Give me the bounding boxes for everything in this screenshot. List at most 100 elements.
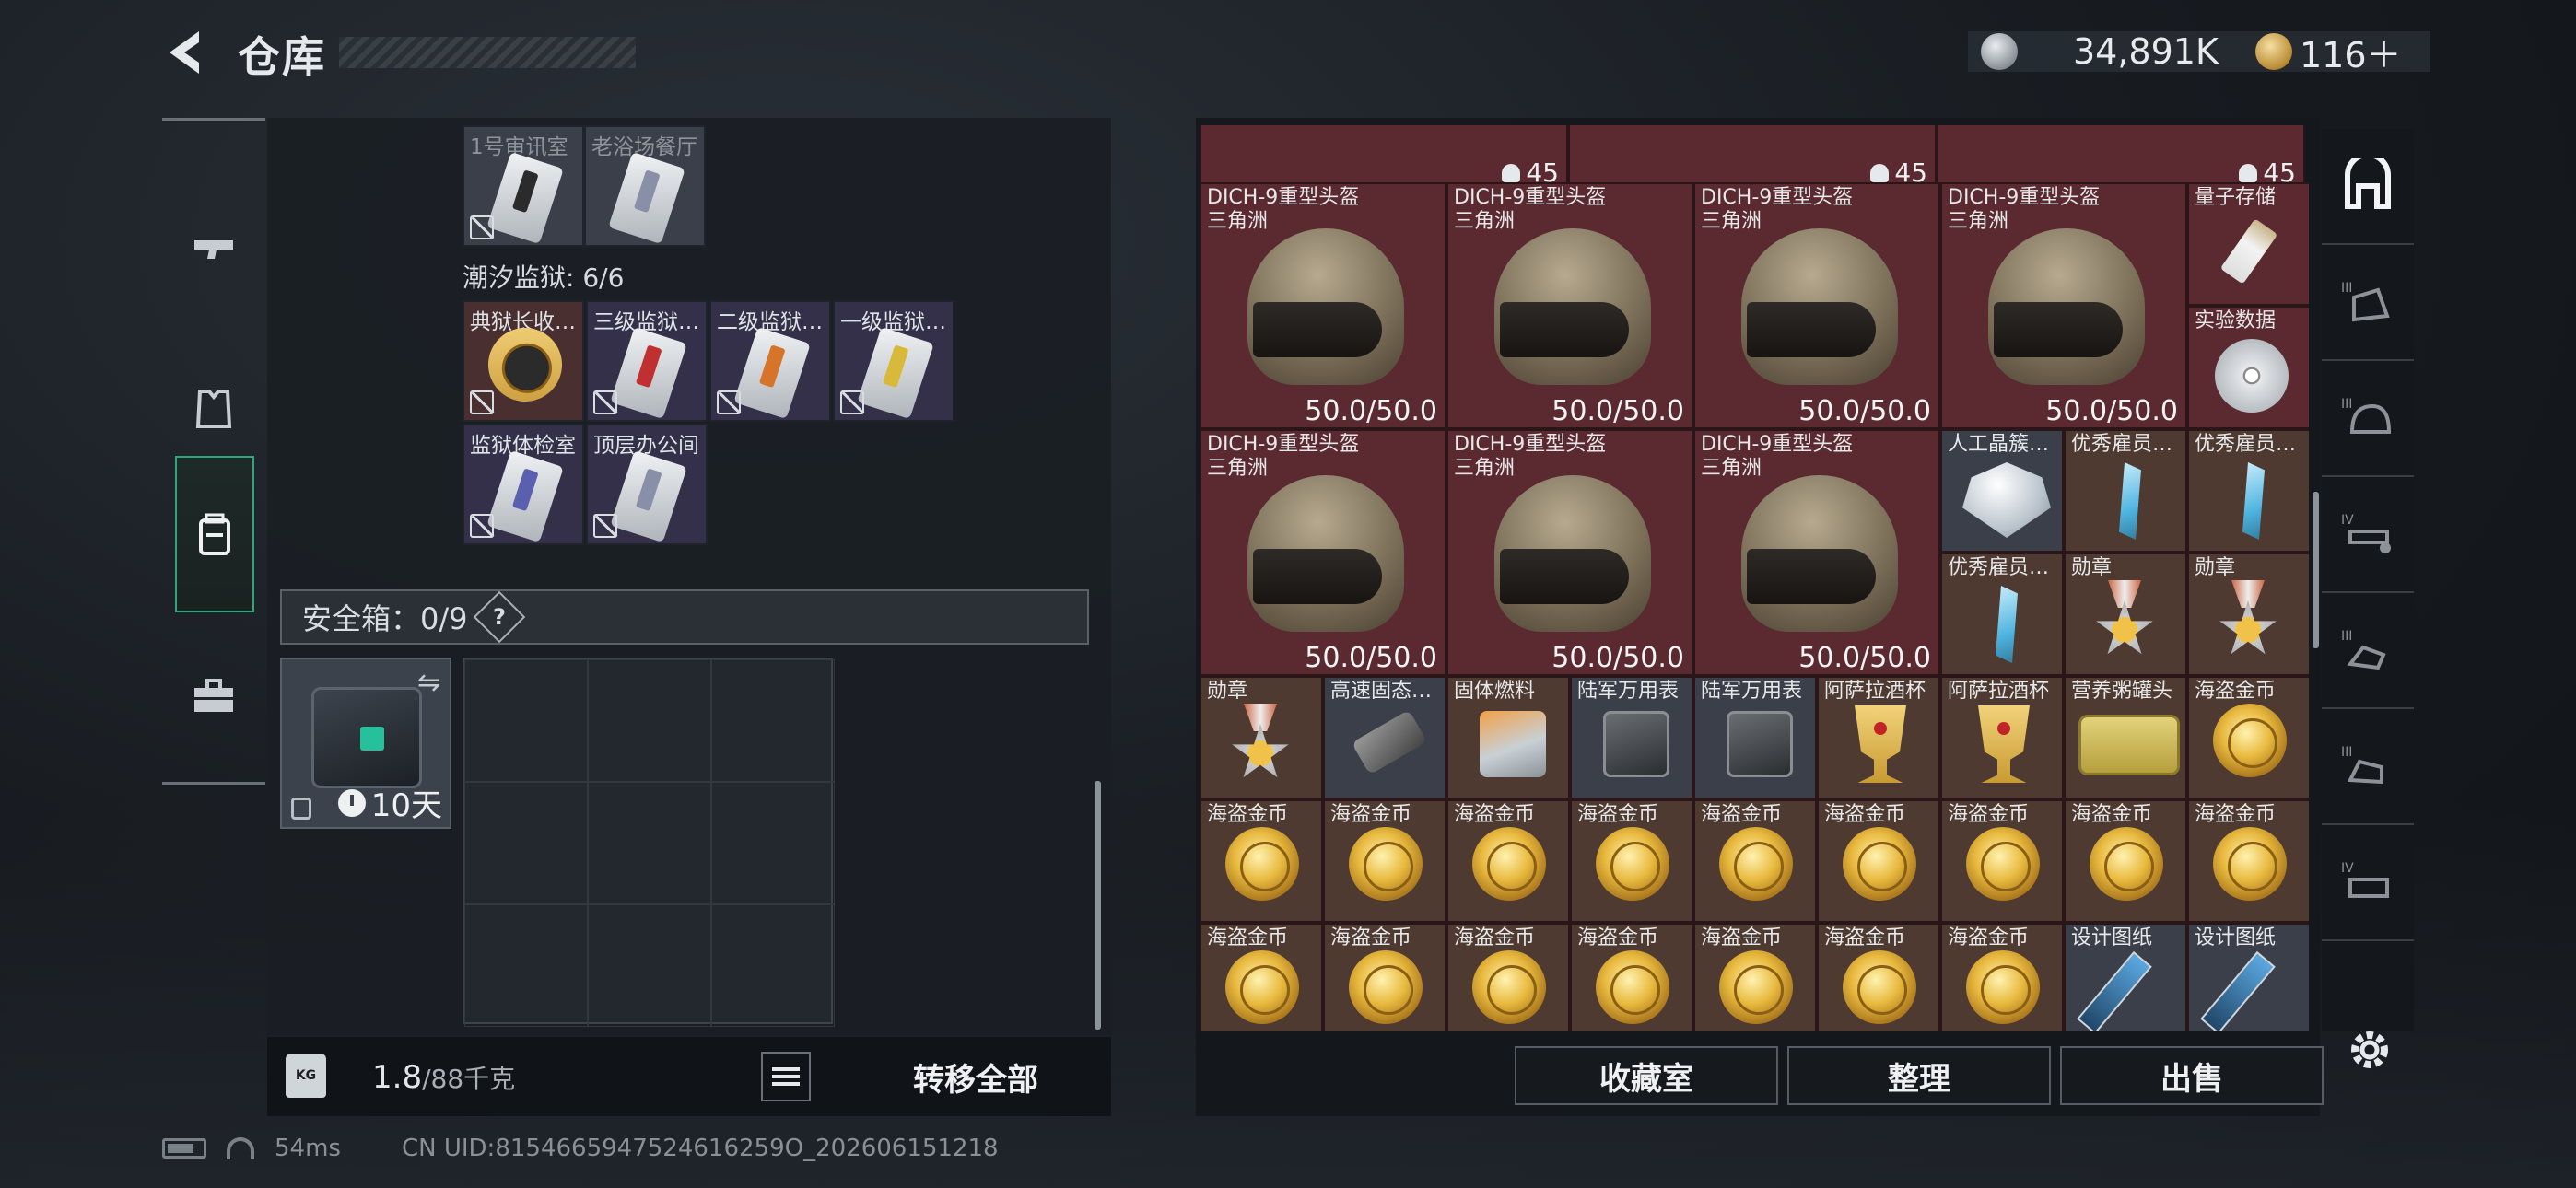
stash-item[interactable]: 优秀雇员… (2064, 429, 2187, 553)
grid-slot[interactable] (464, 904, 588, 1027)
gear-icon[interactable] (2344, 1024, 2395, 1076)
helmet-item[interactable]: DICH-9重型头盔 三角洲 50.0/50.0 (1940, 182, 2187, 429)
grid-slot[interactable] (711, 659, 835, 782)
keycard-icon (608, 151, 685, 245)
list-view-button[interactable] (761, 1052, 811, 1101)
key-card-slot[interactable]: 监狱体检室 (463, 424, 584, 545)
premium-currency-amount[interactable]: 116＋ (2300, 27, 2402, 77)
stash-scrollbar[interactable] (2313, 492, 2319, 648)
stash-item[interactable]: 勋章 (1200, 676, 1323, 799)
filter-tab-cap[interactable]: III (2322, 245, 2414, 361)
stash-item[interactable]: 海盗金币 (1200, 923, 1323, 1031)
stash-item[interactable]: 人工晶簇… (1940, 429, 2064, 553)
stash-item[interactable]: 海盗金币 (1817, 923, 1940, 1031)
key-card-slot[interactable]: 一级监狱… (833, 300, 954, 422)
grid-slot[interactable] (711, 904, 835, 1027)
filter-tab-helmet[interactable]: III (2322, 361, 2414, 477)
grid-slot[interactable] (464, 782, 588, 904)
stash-item[interactable]: 优秀雇员… (2187, 429, 2309, 553)
helmet-item[interactable]: DICH-9重型头盔 三角洲 50.0/50.0 (1200, 182, 1446, 429)
stash-all-icon (2345, 158, 2391, 209)
item-name: 勋章 (2071, 556, 2113, 579)
key-card-slot[interactable]: 三级监狱… (586, 300, 708, 422)
stash-item[interactable]: 优秀雇员… (1940, 553, 2064, 676)
safe-box-grid[interactable] (463, 658, 835, 1027)
filter-tab-hand[interactable]: III (2322, 593, 2414, 709)
filter-tab-crate[interactable]: IV (2322, 825, 2414, 941)
stash-item[interactable]: 陆军万用表 (1693, 676, 1817, 799)
item-name: 营养粥罐头 (2071, 680, 2173, 703)
filter-tab-glove[interactable]: III (2322, 709, 2414, 825)
back-arrow-icon[interactable] (162, 28, 208, 77)
key-card-slot[interactable]: 二级监狱… (709, 300, 831, 422)
stash-item[interactable]: 阿萨拉酒杯 (1940, 676, 2064, 799)
weight-icon: KG (286, 1054, 326, 1098)
collection-room-button[interactable]: 收藏室 (1515, 1046, 1778, 1105)
helmet-item[interactable]: DICH-9重型头盔 三角洲 50.0/50.0 (1446, 182, 1693, 429)
organize-button[interactable]: 整理 (1787, 1046, 2051, 1105)
grid-slot[interactable] (711, 782, 835, 904)
stash-item[interactable]: 营养粥罐头 (2064, 676, 2187, 799)
stash-item[interactable]: 海盗金币 (1446, 923, 1570, 1031)
stash-item[interactable]: 海盗金币 (2064, 799, 2187, 923)
tab-weapons[interactable] (162, 174, 265, 331)
filter-tab-gun[interactable]: IV (2322, 477, 2414, 593)
stash-item[interactable]: 阿萨拉酒杯 (1817, 676, 1940, 799)
stash-item[interactable]: 海盗金币 (2187, 676, 2309, 799)
no-trade-icon (593, 390, 617, 414)
helmet-item[interactable]: DICH-9重型头盔 三角洲 50.0/50.0 (1200, 429, 1446, 676)
key-card-slot[interactable]: 老浴场餐厅 (584, 125, 706, 247)
trophy-image (1996, 586, 2018, 663)
stash-item[interactable]: 设计图纸 (2187, 923, 2309, 1031)
stash-item[interactable]: 海盗金币 (1323, 799, 1446, 923)
stash-item[interactable]: 固体燃料 (1446, 676, 1570, 799)
grid-slot[interactable] (588, 782, 711, 904)
filter-tab-all[interactable] (2322, 129, 2414, 245)
stash-item[interactable]: 海盗金币 (1693, 799, 1817, 923)
helmet-item[interactable]: DICH-9重型头盔 三角洲 50.0/50.0 (1693, 429, 1940, 676)
trophy-image (2119, 462, 2141, 540)
stash-item[interactable]: 高速固态… (1323, 676, 1446, 799)
tab-backpack[interactable] (175, 456, 254, 612)
stash-item[interactable]: 勋章 (2064, 553, 2187, 676)
transfer-all-button[interactable]: 转移全部 (840, 1046, 1111, 1107)
stash-item[interactable]: 设计图纸 (2064, 923, 2187, 1031)
stash-item[interactable]: 海盗金币 (1940, 923, 2064, 1031)
stash-item[interactable]: 海盗金币 (1200, 799, 1323, 923)
disc-image (2215, 339, 2289, 413)
left-scrollbar[interactable] (1095, 781, 1101, 1030)
medal-image (2211, 580, 2285, 655)
no-trade-icon (470, 215, 494, 239)
stash-item[interactable]: 量子存储 (2187, 182, 2309, 306)
grid-slot[interactable] (588, 659, 711, 782)
stash-item[interactable]: 海盗金币 (1570, 923, 1693, 1031)
item-faction: 三角洲 (1701, 210, 1762, 233)
swap-icon[interactable]: ⇋ (417, 667, 440, 699)
key-card-slot[interactable]: 典狱长收… (463, 300, 584, 422)
sell-button[interactable]: 出售 (2060, 1046, 2324, 1105)
helmet-item[interactable]: DICH-9重型头盔 三角洲 50.0/50.0 (1446, 429, 1693, 676)
grid-slot[interactable] (464, 659, 588, 782)
stash-item[interactable]: 海盗金币 (1817, 799, 1940, 923)
key-card-slot[interactable]: 1号审讯室 (463, 125, 584, 247)
stash-item[interactable]: 勋章 (2187, 553, 2309, 676)
stash-item[interactable]: 海盗金币 (1446, 799, 1570, 923)
item-name: DICH-9重型头盔 三角洲 (1454, 186, 1606, 234)
stash-item[interactable]: 海盗金币 (1693, 923, 1817, 1031)
grid-slot[interactable] (588, 904, 711, 1027)
helmet-item[interactable]: DICH-9重型头盔 三角洲 50.0/50.0 (1693, 182, 1940, 429)
stash-item[interactable]: 海盗金币 (1570, 799, 1693, 923)
help-icon[interactable]: ? (473, 590, 525, 644)
svg-text:IV: IV (2341, 861, 2354, 876)
stash-item[interactable]: 实验数据 (2187, 306, 2309, 429)
stash-item[interactable]: 海盗金币 (1323, 923, 1446, 1031)
stash-item[interactable]: 陆军万用表 (1570, 676, 1693, 799)
stash-item[interactable]: 海盗金币 (1940, 799, 2064, 923)
tab-toolbox[interactable] (162, 618, 265, 775)
stash-item[interactable]: 海盗金币 (2187, 799, 2309, 923)
trophy-image (2242, 462, 2265, 540)
item-name: DICH-9重型头盔 三角洲 (1454, 433, 1606, 481)
weight-capacity: /88千克 (422, 1064, 516, 1094)
safe-box-item[interactable]: ⇋ 10天 (280, 658, 451, 829)
key-card-slot[interactable]: 顶层办公间 (586, 424, 708, 545)
